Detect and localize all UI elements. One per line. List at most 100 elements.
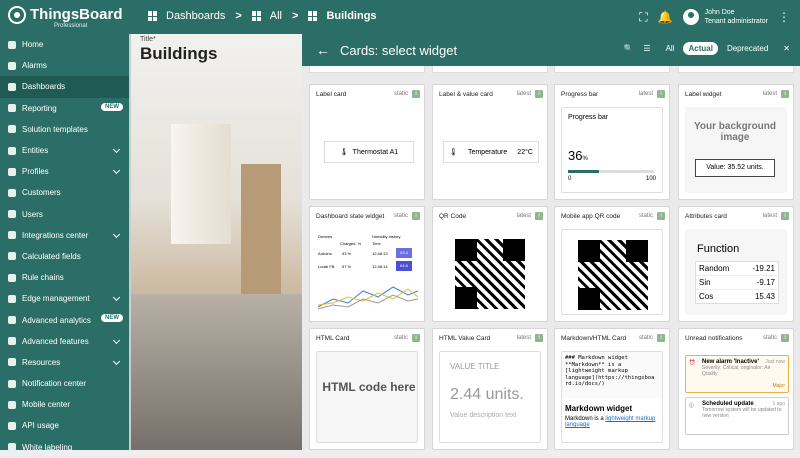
filter-deprecated[interactable]: Deprecated <box>722 42 773 55</box>
sidebar-item-calculated-fields[interactable]: Calculated fields <box>0 246 129 267</box>
sidebar-item-customers[interactable]: Customers <box>0 182 129 203</box>
thingsboard-logo[interactable]: ThingsBoard Professional <box>8 6 123 29</box>
widget-card-attributes[interactable]: Attributes card latest i Function Random… <box>678 206 794 322</box>
close-icon[interactable]: ✕ <box>783 44 790 53</box>
sidebar-item-advanced-features[interactable]: Advanced features <box>0 331 129 352</box>
widget-card-label-value[interactable]: Label & value card latest i 🌡 Temperature… <box>432 84 548 200</box>
resources-icon <box>8 358 16 367</box>
value-cell: 64.6 <box>396 261 412 271</box>
info-icon[interactable]: i <box>412 334 420 342</box>
info-icon[interactable]: i <box>535 212 543 220</box>
sidebar-item-users[interactable]: Users <box>0 204 129 225</box>
attr-value: 15.43 <box>754 292 775 301</box>
widget-card-html-value[interactable]: HTML Value Card latest i VALUE TITLE 2.4… <box>432 328 548 450</box>
sidebar-item-notification-center[interactable]: Notification center <box>0 373 129 394</box>
sidebar-item-integrations-center[interactable]: Integrations center <box>0 225 129 246</box>
sidebar-item-label: Advanced features <box>22 336 89 346</box>
device-cell: Arduino <box>318 251 332 256</box>
more-vert-icon[interactable]: ⋮ <box>778 10 790 24</box>
info-icon[interactable]: i <box>781 90 789 98</box>
fullscreen-icon[interactable]: ⛶ <box>639 10 647 25</box>
filter-icon[interactable]: ☰ <box>643 44 650 53</box>
sidebar-item-home[interactable]: Home <box>0 34 129 55</box>
dashboard-title[interactable]: Buildings <box>140 44 217 64</box>
widget-card-html-card[interactable]: HTML Card static i HTML code here <box>309 328 425 450</box>
analytics-icon <box>8 316 16 325</box>
widget-card-label-card[interactable]: Label card static i 🌡 Thermostat A1 <box>309 84 425 200</box>
report-icon <box>8 104 16 113</box>
attr-key: Sin <box>699 278 711 287</box>
widget-card-qr-code[interactable]: QR Code latest i <box>432 206 548 322</box>
back-arrow-icon[interactable]: ← <box>316 42 330 58</box>
dashboards-icon <box>8 82 16 91</box>
sidebar-item-label: Customers <box>22 188 61 198</box>
sidebar-item-solution-templates[interactable]: Solution templates <box>0 119 129 140</box>
info-icon[interactable]: i <box>535 334 543 342</box>
card-title: Markdown/HTML Card <box>561 335 627 342</box>
sidebar-item-label: Dashboards <box>22 82 66 92</box>
sidebar-item-label: Profiles <box>22 167 49 177</box>
sidebar-item-api-usage[interactable]: API usage <box>0 415 129 436</box>
chevron-down-icon <box>112 357 121 365</box>
crumb-separator: > <box>235 10 242 22</box>
filter-all[interactable]: All <box>661 42 680 55</box>
card-title: QR Code <box>439 213 467 220</box>
sidebar-item-mobile-center[interactable]: Mobile center <box>0 394 129 415</box>
sidebar-item-profiles[interactable]: Profiles <box>0 161 129 182</box>
crumb-buildings: Buildings <box>326 10 377 22</box>
sidebar-item-label: Reporting <box>22 103 57 113</box>
info-icon[interactable]: i <box>412 212 420 220</box>
widget-card-markdown[interactable]: Markdown/HTML Card static i ### Markdown… <box>554 328 670 450</box>
sidebar-item-reporting[interactable]: Reporting NEW <box>0 98 129 119</box>
sidebar-item-white-labeling[interactable]: White labeling <box>0 437 129 458</box>
notification-time: 1 ago <box>772 401 785 407</box>
devices-header: Devices <box>318 234 333 239</box>
sidebar-item-rule-chains[interactable]: Rule chains <box>0 267 129 288</box>
time-header: Time <box>372 241 381 246</box>
sidebar-item-alarms[interactable]: Alarms <box>0 55 129 76</box>
info-icon[interactable]: i <box>657 334 665 342</box>
card-tag: latest <box>516 213 531 219</box>
time-cell: 12:48:14 <box>372 264 388 269</box>
card-title: Unread notifications <box>685 335 743 342</box>
card-tag: static <box>638 213 653 219</box>
crumb-all[interactable]: All <box>270 10 282 22</box>
sidebar-item-label: API usage <box>22 421 59 431</box>
info-icon[interactable]: i <box>412 90 420 98</box>
sidebar-item-dashboards[interactable]: Dashboards <box>0 76 129 98</box>
card-title: Label card <box>316 91 347 98</box>
sidebar-item-resources[interactable]: Resources <box>0 352 129 373</box>
sidebar-item-advanced-analytics[interactable]: Advanced analytics NEW <box>0 309 129 330</box>
top-right-actions: ⛶ 🔔 John Doe Tenant administrator ⋮ <box>639 0 800 34</box>
info-icon[interactable]: i <box>535 90 543 98</box>
filter-actual[interactable]: Actual <box>683 42 718 55</box>
card-title: HTML Value Card <box>439 335 491 342</box>
bell-icon[interactable]: 🔔 <box>658 10 673 24</box>
widget-card-label-widget[interactable]: Label widget latest i Your background im… <box>678 84 794 200</box>
sidebar-item-label: Mobile center <box>22 400 71 410</box>
info-icon[interactable]: i <box>657 212 665 220</box>
info-icon[interactable]: i <box>781 334 789 342</box>
sidebar-item-edge-management[interactable]: Edge management <box>0 288 129 309</box>
sidebar-item-label: Edge management <box>22 294 90 304</box>
widget-card-progress-bar[interactable]: Progress bar latest i Progress bar 36% 0… <box>554 84 670 200</box>
sidebar-item-entities[interactable]: Entities <box>0 140 129 161</box>
sidebar-item-label: White labeling <box>22 442 73 452</box>
history-header: Humidity history <box>372 234 401 239</box>
edge-icon <box>8 294 16 303</box>
info-icon[interactable]: i <box>781 212 789 220</box>
widget-card-dashboard-state[interactable]: Dashboard state widget static i Devices … <box>309 206 425 322</box>
widget-card-mobile-qr[interactable]: Mobile app QR code static i <box>554 206 670 322</box>
card-fragment <box>554 66 670 73</box>
chevron-down-icon <box>112 167 121 175</box>
dashboard-background-image: Title* Buildings <box>131 34 303 450</box>
progress-value: 36 <box>568 148 583 163</box>
widget-card-unread-notifications[interactable]: Unread notifications static i ⏰ New alar… <box>678 328 794 450</box>
info-icon[interactable]: i <box>657 90 665 98</box>
chevron-down-icon <box>112 294 121 302</box>
crumb-dashboards[interactable]: Dashboards <box>166 10 225 22</box>
user-menu[interactable]: John Doe Tenant administrator <box>682 8 768 26</box>
integrations-icon <box>8 231 16 240</box>
search-icon[interactable]: 🔍 <box>623 44 633 53</box>
crumb-separator: > <box>292 10 299 22</box>
